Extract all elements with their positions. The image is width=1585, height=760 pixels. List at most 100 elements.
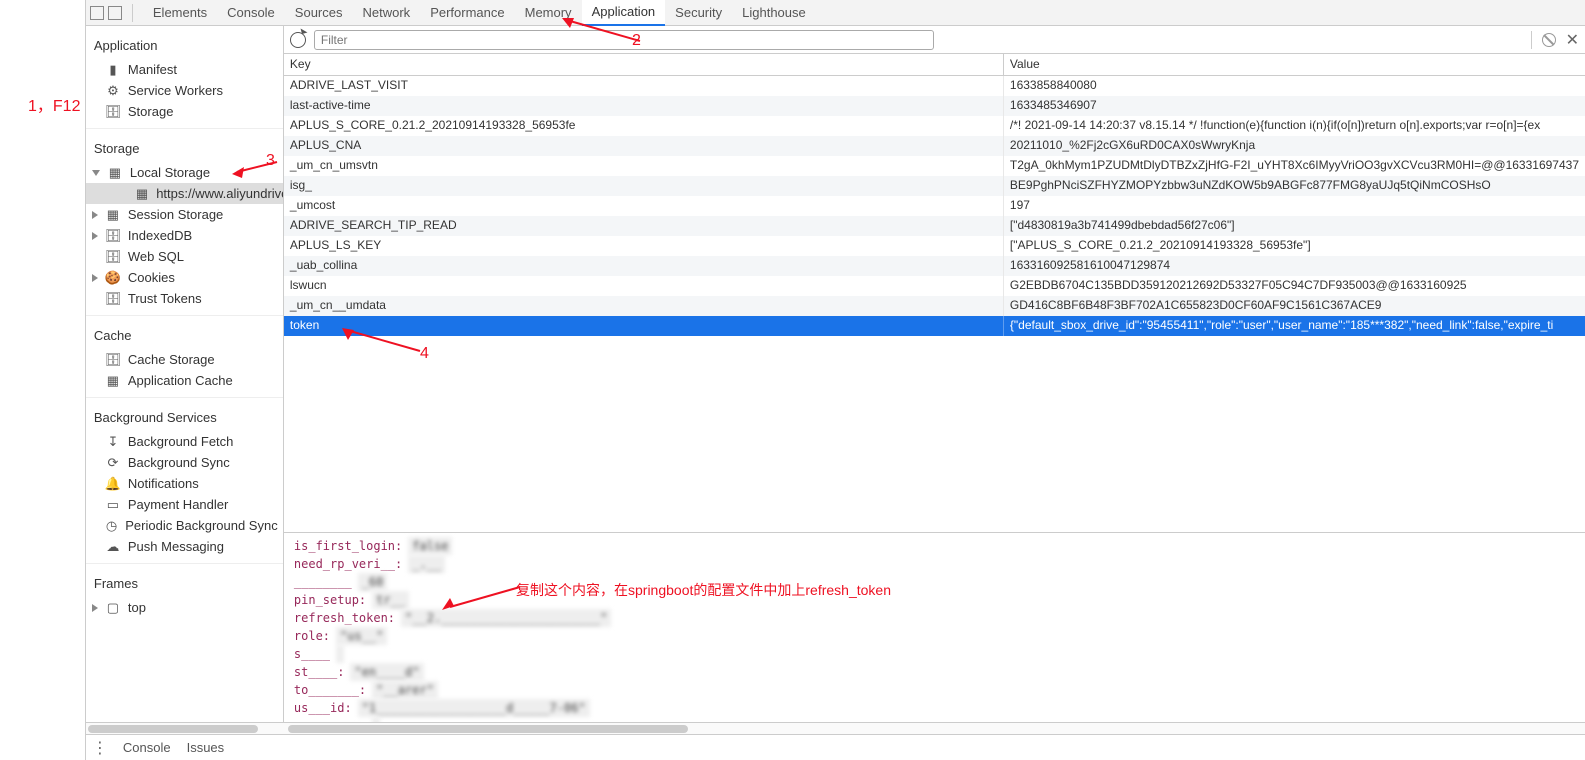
- cell-value: {"default_sbox_drive_id":"95455411","rol…: [1004, 316, 1585, 336]
- cell-key: APLUS_LS_KEY: [284, 236, 1004, 256]
- db-icon: 🗄: [106, 250, 120, 264]
- sidebar-item-label: Local Storage: [130, 165, 210, 180]
- sidebar-item-notifications[interactable]: 🔔Notifications: [86, 473, 283, 494]
- db-icon: 🗄: [106, 292, 120, 306]
- expand-icon[interactable]: [92, 604, 98, 612]
- separator: [132, 4, 133, 22]
- sidebar-item-application-cache[interactable]: ▦Application Cache: [86, 370, 283, 391]
- table-row[interactable]: _uab_collina163316092581610047129874: [284, 256, 1585, 276]
- tab-elements[interactable]: Elements: [143, 0, 217, 26]
- sidebar-h-scrollbar[interactable]: [86, 722, 284, 734]
- bell-icon: 🔔: [106, 477, 120, 491]
- tab-security[interactable]: Security: [665, 0, 732, 26]
- table-row[interactable]: ADRIVE_SEARCH_TIP_READ["d4830819a3b74149…: [284, 216, 1585, 236]
- table-row[interactable]: APLUS_S_CORE_0.21.2_20210914193328_56953…: [284, 116, 1585, 136]
- sidebar-item-label: Payment Handler: [128, 497, 228, 512]
- sidebar-item-top[interactable]: ▢top: [86, 597, 283, 618]
- table-row[interactable]: last-active-time1633485346907: [284, 96, 1585, 116]
- tab-network[interactable]: Network: [353, 0, 421, 26]
- table-row[interactable]: isg_BE9PghPNciSZFHYZMOPYzbbw3uNZdKOW5b9A…: [284, 176, 1585, 196]
- sidebar-item-label: Session Storage: [128, 207, 223, 222]
- sidebar-item-cache-storage[interactable]: 🗄Cache Storage: [86, 349, 283, 370]
- tab-sources[interactable]: Sources: [285, 0, 353, 26]
- tab-memory[interactable]: Memory: [515, 0, 582, 26]
- sidebar-item-background-fetch[interactable]: ↧Background Fetch: [86, 431, 283, 452]
- annotation-1: 1，F12: [28, 92, 80, 116]
- table-row[interactable]: lswucnG2EBDB6704C135BDD359120212692D5332…: [284, 276, 1585, 296]
- sidebar-item-service-workers[interactable]: ⚙Service Workers: [86, 80, 283, 101]
- table-row[interactable]: ADRIVE_LAST_VISIT1633858840080: [284, 76, 1585, 96]
- detail-line: is_first_login:false: [294, 537, 1575, 555]
- sidebar-item-label: Periodic Background Sync: [125, 518, 277, 533]
- sidebar-item-session-storage[interactable]: ▦ Session Storage: [86, 204, 283, 225]
- tab-console[interactable]: Console: [217, 0, 285, 26]
- cell-value: /*! 2021-09-14 14:20:37 v8.15.14 */ !fun…: [1004, 116, 1585, 136]
- sidebar-item-indexeddb[interactable]: 🗄IndexedDB: [86, 225, 283, 246]
- detail-line: s____: [294, 645, 1575, 663]
- sidebar-item-payment-handler[interactable]: ▭Payment Handler: [86, 494, 283, 515]
- tab-performance[interactable]: Performance: [420, 0, 514, 26]
- table-row[interactable]: APLUS_CNA20211010_%2Fj2cGX6uRD0CAX0sWwry…: [284, 136, 1585, 156]
- sidebar-item-storage[interactable]: 🗄Storage: [86, 101, 283, 122]
- cell-key: token: [284, 316, 1004, 336]
- detail-value: _.__: [408, 555, 445, 573]
- drawer-menu-icon[interactable]: ⋮: [92, 738, 107, 758]
- horizontal-scrollbar[interactable]: [284, 722, 1585, 734]
- table-row[interactable]: _umcost197: [284, 196, 1585, 216]
- expand-icon[interactable]: [92, 232, 98, 240]
- detail-key: refresh_token:: [294, 609, 395, 627]
- delete-selected-icon[interactable]: ✕: [1566, 30, 1579, 50]
- grid-icon: ▦: [136, 187, 148, 201]
- cell-value: GD416C8BF6B48F3BF702A1C655823D0CF60AF9C1…: [1004, 296, 1585, 316]
- cell-key: ADRIVE_LAST_VISIT: [284, 76, 1004, 96]
- detail-key: to_______:: [294, 681, 366, 699]
- header-key[interactable]: Key: [284, 54, 1004, 75]
- section-title-application: Application: [86, 32, 283, 59]
- table-row[interactable]: token{"default_sbox_drive_id":"95455411"…: [284, 316, 1585, 336]
- sidebar-item-trust-tokens[interactable]: 🗄Trust Tokens: [86, 288, 283, 309]
- cell-value: ["d4830819a3b741499dbebdad56f27c06"]: [1004, 216, 1585, 236]
- clear-all-icon[interactable]: [1542, 33, 1556, 47]
- sidebar-item-label: Cache Storage: [128, 352, 215, 367]
- filter-input[interactable]: [314, 30, 934, 50]
- reload-icon[interactable]: [290, 32, 306, 48]
- sidebar-item-background-sync[interactable]: ⟳Background Sync: [86, 452, 283, 473]
- detail-line: need_rp_veri__:_.__: [294, 555, 1575, 573]
- tab-application[interactable]: Application: [582, 0, 666, 26]
- drawer-tab-console[interactable]: Console: [123, 740, 171, 755]
- cell-key: _um_cn_umsvtn: [284, 156, 1004, 176]
- table-row[interactable]: _um_cn_umsvtnT2gA_0khMym1PZUDMtDlyDTBZxZ…: [284, 156, 1585, 176]
- sidebar-item-cookies[interactable]: 🍪Cookies: [86, 267, 283, 288]
- section-title-storage: Storage: [86, 135, 283, 162]
- sidebar-item-label: Push Messaging: [128, 539, 224, 554]
- sidebar-item-web-sql[interactable]: 🗄Web SQL: [86, 246, 283, 267]
- header-value[interactable]: Value: [1004, 54, 1585, 75]
- detail-key: s____: [294, 645, 330, 663]
- expand-icon[interactable]: [92, 274, 98, 282]
- detail-key: st____:: [294, 663, 345, 681]
- file-icon: ▮: [106, 63, 120, 77]
- table-row[interactable]: APLUS_LS_KEY["APLUS_S_CORE_0.21.2_202109…: [284, 236, 1585, 256]
- sidebar-item-periodic-background-sync[interactable]: ◷Periodic Background Sync: [86, 515, 283, 536]
- inspect-element-icon[interactable]: [90, 6, 104, 20]
- sidebar-item-manifest[interactable]: ▮Manifest: [86, 59, 283, 80]
- detail-key: pin_setup:: [294, 591, 366, 609]
- detail-line: role:"us__": [294, 627, 1575, 645]
- expand-icon[interactable]: [92, 170, 100, 176]
- detail-line: to_______:"__arer": [294, 681, 1575, 699]
- expand-icon[interactable]: [92, 211, 98, 219]
- sidebar-item-https-www-aliyundrive-com[interactable]: ▦https://www.aliyundrive.com: [86, 183, 283, 204]
- table-row[interactable]: _um_cn__umdataGD416C8BF6B48F3BF702A1C655…: [284, 296, 1585, 316]
- grid-icon: ▦: [106, 208, 120, 222]
- sidebar-item-label: Cookies: [128, 270, 175, 285]
- device-toolbar-icon[interactable]: [108, 6, 122, 20]
- sidebar-item-local-storage[interactable]: ▦Local Storage: [86, 162, 283, 183]
- detail-line: refresh_token:"__2._____________________…: [294, 609, 1575, 627]
- drawer-tab-issues[interactable]: Issues: [187, 740, 225, 755]
- cell-value: 1633485346907: [1004, 96, 1585, 116]
- sidebar-item-label: Background Fetch: [128, 434, 234, 449]
- detail-value: tr__: [372, 591, 409, 609]
- sidebar-item-push-messaging[interactable]: ☁Push Messaging: [86, 536, 283, 557]
- tab-lighthouse[interactable]: Lighthouse: [732, 0, 816, 26]
- detail-value: "en____d": [350, 663, 423, 681]
